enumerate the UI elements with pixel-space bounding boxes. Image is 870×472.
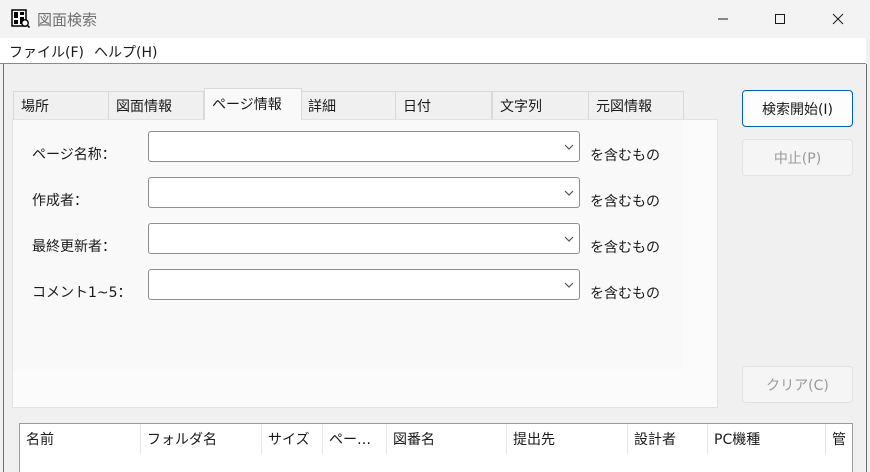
- stop-button[interactable]: 中止(P): [742, 139, 853, 176]
- comment-suffix: を含むもの: [590, 286, 660, 302]
- tab-date[interactable]: 日付: [395, 91, 492, 120]
- column-header-size[interactable]: サイズ: [262, 424, 323, 454]
- chevron-down-icon[interactable]: [563, 187, 575, 199]
- title-bar: 図面検索: [0, 0, 870, 38]
- window-frame-left: [3, 64, 4, 472]
- chevron-down-icon[interactable]: [563, 233, 575, 245]
- author-suffix: を含むもの: [590, 194, 660, 210]
- last-editor-combobox[interactable]: [148, 223, 580, 254]
- maximize-button[interactable]: [757, 0, 803, 38]
- column-header-pc-model[interactable]: PC機種: [708, 424, 826, 454]
- menu-help[interactable]: ヘルプ(H): [94, 42, 157, 62]
- page-name-label: ページ名称：: [32, 147, 116, 163]
- search-start-button[interactable]: 検索開始(I): [742, 90, 853, 127]
- menu-bar: ファイル(F) ヘルプ(H): [0, 38, 866, 64]
- author-label: 作成者：: [32, 193, 88, 209]
- tab-original-drawing-info[interactable]: 元図情報: [588, 91, 684, 120]
- menu-file[interactable]: ファイル(F): [9, 42, 84, 62]
- column-header-folder[interactable]: フォルダ名: [141, 424, 262, 454]
- tab-drawing-info[interactable]: 図面情報: [108, 91, 204, 120]
- column-header-name[interactable]: 名前: [20, 424, 141, 454]
- tab-location[interactable]: 場所: [13, 91, 109, 120]
- minimize-button[interactable]: [700, 0, 746, 38]
- clear-button[interactable]: クリア(C): [742, 366, 853, 403]
- column-header-page[interactable]: ペー…: [323, 424, 387, 454]
- page-name-combobox[interactable]: [148, 131, 580, 162]
- last-editor-suffix: を含むもの: [590, 240, 660, 256]
- maximize-icon: [775, 14, 785, 24]
- chevron-down-icon[interactable]: [563, 141, 575, 153]
- close-icon: [832, 13, 844, 25]
- column-header-management[interactable]: 管: [826, 424, 852, 454]
- close-button[interactable]: [815, 0, 861, 38]
- tab-details[interactable]: 詳細: [300, 91, 396, 120]
- minimize-icon: [718, 18, 728, 20]
- page-name-suffix: を含むもの: [590, 148, 660, 164]
- tab-page-info[interactable]: ページ情報: [204, 88, 302, 120]
- column-header-drawing-number[interactable]: 図番名: [387, 424, 507, 454]
- window-title: 図面検索: [37, 11, 98, 29]
- column-header-designer[interactable]: 設計者: [628, 424, 708, 454]
- results-list[interactable]: 名前 フォルダ名 サイズ ペー… 図番名 提出先 設計者 PC機種 管: [19, 423, 853, 472]
- comment-label: コメント1~5：: [32, 285, 132, 301]
- tab-text[interactable]: 文字列: [492, 91, 589, 120]
- chevron-down-icon[interactable]: [563, 279, 575, 291]
- comment-combobox[interactable]: [148, 269, 580, 300]
- author-combobox[interactable]: [148, 177, 580, 208]
- window-frame-right: [866, 64, 867, 472]
- last-editor-label: 最終更新者：: [32, 239, 116, 255]
- column-header-submit-to[interactable]: 提出先: [507, 424, 628, 454]
- blueprint-app-icon: [11, 9, 30, 28]
